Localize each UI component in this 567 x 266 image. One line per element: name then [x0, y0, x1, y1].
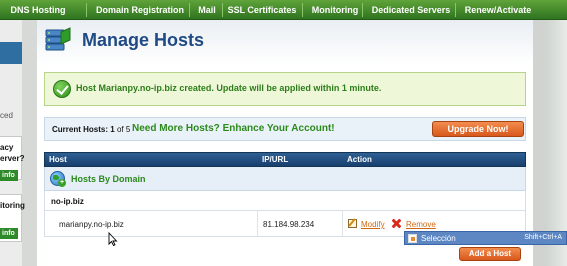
current-hosts-used: 1	[110, 125, 115, 134]
domain-label: no-ip.biz	[51, 197, 84, 206]
sidebar-header	[0, 42, 22, 64]
success-text: Host Marianpy.no-ip.biz created. Update …	[76, 83, 382, 93]
domain-row: no-ip.biz	[44, 191, 526, 211]
modify-link[interactable]: Modify	[361, 220, 385, 229]
column-header-action: Action	[347, 155, 372, 164]
column-header-host: Host	[49, 155, 67, 164]
nav-domain-registration[interactable]: Domain Registration	[92, 0, 188, 20]
current-hosts-label: Current Hosts:	[52, 125, 109, 134]
sidebar-text: ced	[0, 111, 13, 120]
current-hosts-max: 5	[125, 125, 131, 134]
current-hosts-count: Current Hosts: 1 of 5	[52, 125, 130, 134]
context-menu-shortcut: Shift+Ctrl+A	[524, 234, 562, 241]
remove-link[interactable]: Remove	[406, 220, 436, 229]
host-name[interactable]: marianpy.no-ip.biz	[59, 220, 124, 229]
sidebar-text: erver?	[0, 154, 25, 163]
current-hosts-bar: Current Hosts: 1 of 5 Need More Hosts? E…	[44, 117, 526, 141]
edit-icon[interactable]	[348, 219, 357, 228]
nav-renew-activate[interactable]: Renew/Activate	[458, 0, 538, 20]
delete-icon[interactable]	[391, 218, 401, 228]
column-divider	[342, 211, 343, 236]
left-sidebar: ced acy erver? info itoring info	[0, 20, 25, 266]
host-ip: 81.184.98.234	[263, 220, 315, 229]
nav-mail[interactable]: Mail	[191, 0, 223, 20]
nav-monitoring[interactable]: Monitoring	[303, 0, 367, 20]
success-message: Host Marianpy.no-ip.biz created. Update …	[44, 72, 526, 106]
column-divider	[257, 211, 258, 236]
group-row: + Hosts By Domain	[44, 167, 526, 191]
nav-ssl-certificates[interactable]: SSL Certificates	[225, 0, 299, 20]
nav-divider	[222, 3, 223, 17]
selection-icon	[408, 234, 417, 243]
sidebar-text: itoring	[0, 201, 25, 210]
column-header-ip: IP/URL	[262, 155, 289, 164]
page-header: Manage Hosts	[37, 20, 533, 64]
nav-divider	[455, 3, 456, 17]
server-icon	[43, 26, 73, 56]
nav-dedicated-servers[interactable]: Dedicated Servers	[366, 0, 456, 20]
scrollbar[interactable]	[546, 20, 567, 266]
sidebar-info-button[interactable]: info	[0, 170, 18, 181]
mouse-cursor-icon	[108, 232, 118, 246]
nav-dns-hosting[interactable]: DNS Hosting	[6, 0, 70, 20]
table-header: Host IP/URL Action	[44, 152, 526, 167]
sidebar-info-button[interactable]: info	[0, 228, 18, 239]
promo-link[interactable]: Need More Hosts? Enhance Your Account!	[132, 123, 335, 134]
top-navigation: DNS Hosting Domain Registration Mail SSL…	[0, 0, 567, 20]
nav-divider	[86, 3, 87, 17]
context-menu-label: Selección	[421, 234, 456, 243]
page-title: Manage Hosts	[82, 30, 205, 50]
plus-icon: +	[58, 179, 66, 187]
check-icon	[53, 80, 71, 98]
main-content: Manage Hosts Host Marianpy.no-ip.biz cre…	[37, 20, 533, 266]
nav-divider	[189, 3, 190, 17]
group-label: Hosts By Domain	[71, 174, 146, 184]
context-menu-item[interactable]: Selección Shift+Ctrl+A	[404, 231, 567, 245]
current-hosts-of: of	[116, 125, 124, 134]
nav-divider	[362, 3, 363, 17]
upgrade-now-button[interactable]: Upgrade Now!	[432, 121, 524, 137]
add-host-button[interactable]: Add a Host	[459, 247, 521, 261]
sidebar-text: acy	[0, 143, 14, 152]
